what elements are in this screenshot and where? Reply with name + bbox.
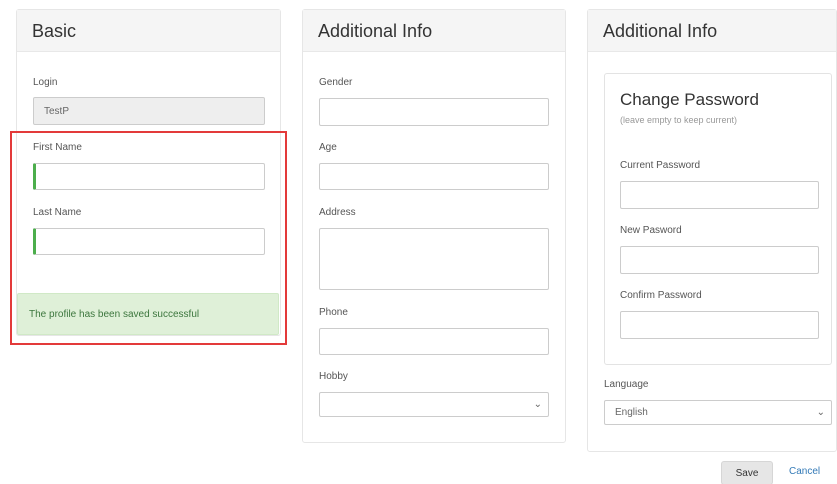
change-password-hint: (leave empty to keep current) — [620, 115, 738, 125]
additional-info-2-title: Additional Info — [588, 10, 836, 52]
confirm-password-field[interactable] — [620, 311, 819, 339]
save-button[interactable]: Save — [721, 461, 773, 484]
first-name-field[interactable] — [33, 163, 265, 190]
current-password-label: Current Password — [620, 160, 701, 171]
phone-field[interactable] — [319, 328, 549, 355]
success-message: The profile has been saved successful — [29, 309, 200, 320]
age-field[interactable] — [319, 163, 549, 190]
additional-info-title: Additional Info — [303, 10, 565, 52]
confirm-password-label: Confirm Password — [620, 290, 702, 301]
basic-panel-title: Basic — [17, 10, 280, 52]
success-alert: The profile has been saved successful — [17, 293, 279, 335]
login-label: Login — [33, 77, 58, 88]
change-password-title: Change Password — [620, 90, 759, 109]
address-label: Address — [319, 207, 356, 218]
chevron-down-icon: ⌄ — [533, 399, 542, 410]
language-label: Language — [604, 379, 649, 390]
login-value: TestP — [44, 105, 70, 117]
age-label: Age — [319, 142, 337, 153]
gender-label: Gender — [319, 77, 353, 88]
first-name-label: First Name — [33, 142, 82, 153]
login-field: TestP — [33, 97, 265, 125]
last-name-field[interactable] — [33, 228, 265, 255]
hobby-select[interactable]: ⌄ — [319, 392, 549, 417]
address-textarea[interactable] — [319, 228, 549, 290]
hobby-label: Hobby — [319, 371, 348, 382]
language-value: English — [615, 407, 648, 418]
language-select[interactable]: English ⌄ — [604, 400, 832, 425]
gender-field[interactable] — [319, 98, 549, 126]
cancel-link[interactable]: Cancel — [789, 466, 820, 477]
new-password-label: New Pasword — [620, 225, 682, 236]
last-name-label: Last Name — [33, 207, 82, 218]
phone-label: Phone — [319, 307, 348, 318]
chevron-down-icon: ⌄ — [816, 407, 825, 418]
current-password-field[interactable] — [620, 181, 819, 209]
new-password-field[interactable] — [620, 246, 819, 274]
